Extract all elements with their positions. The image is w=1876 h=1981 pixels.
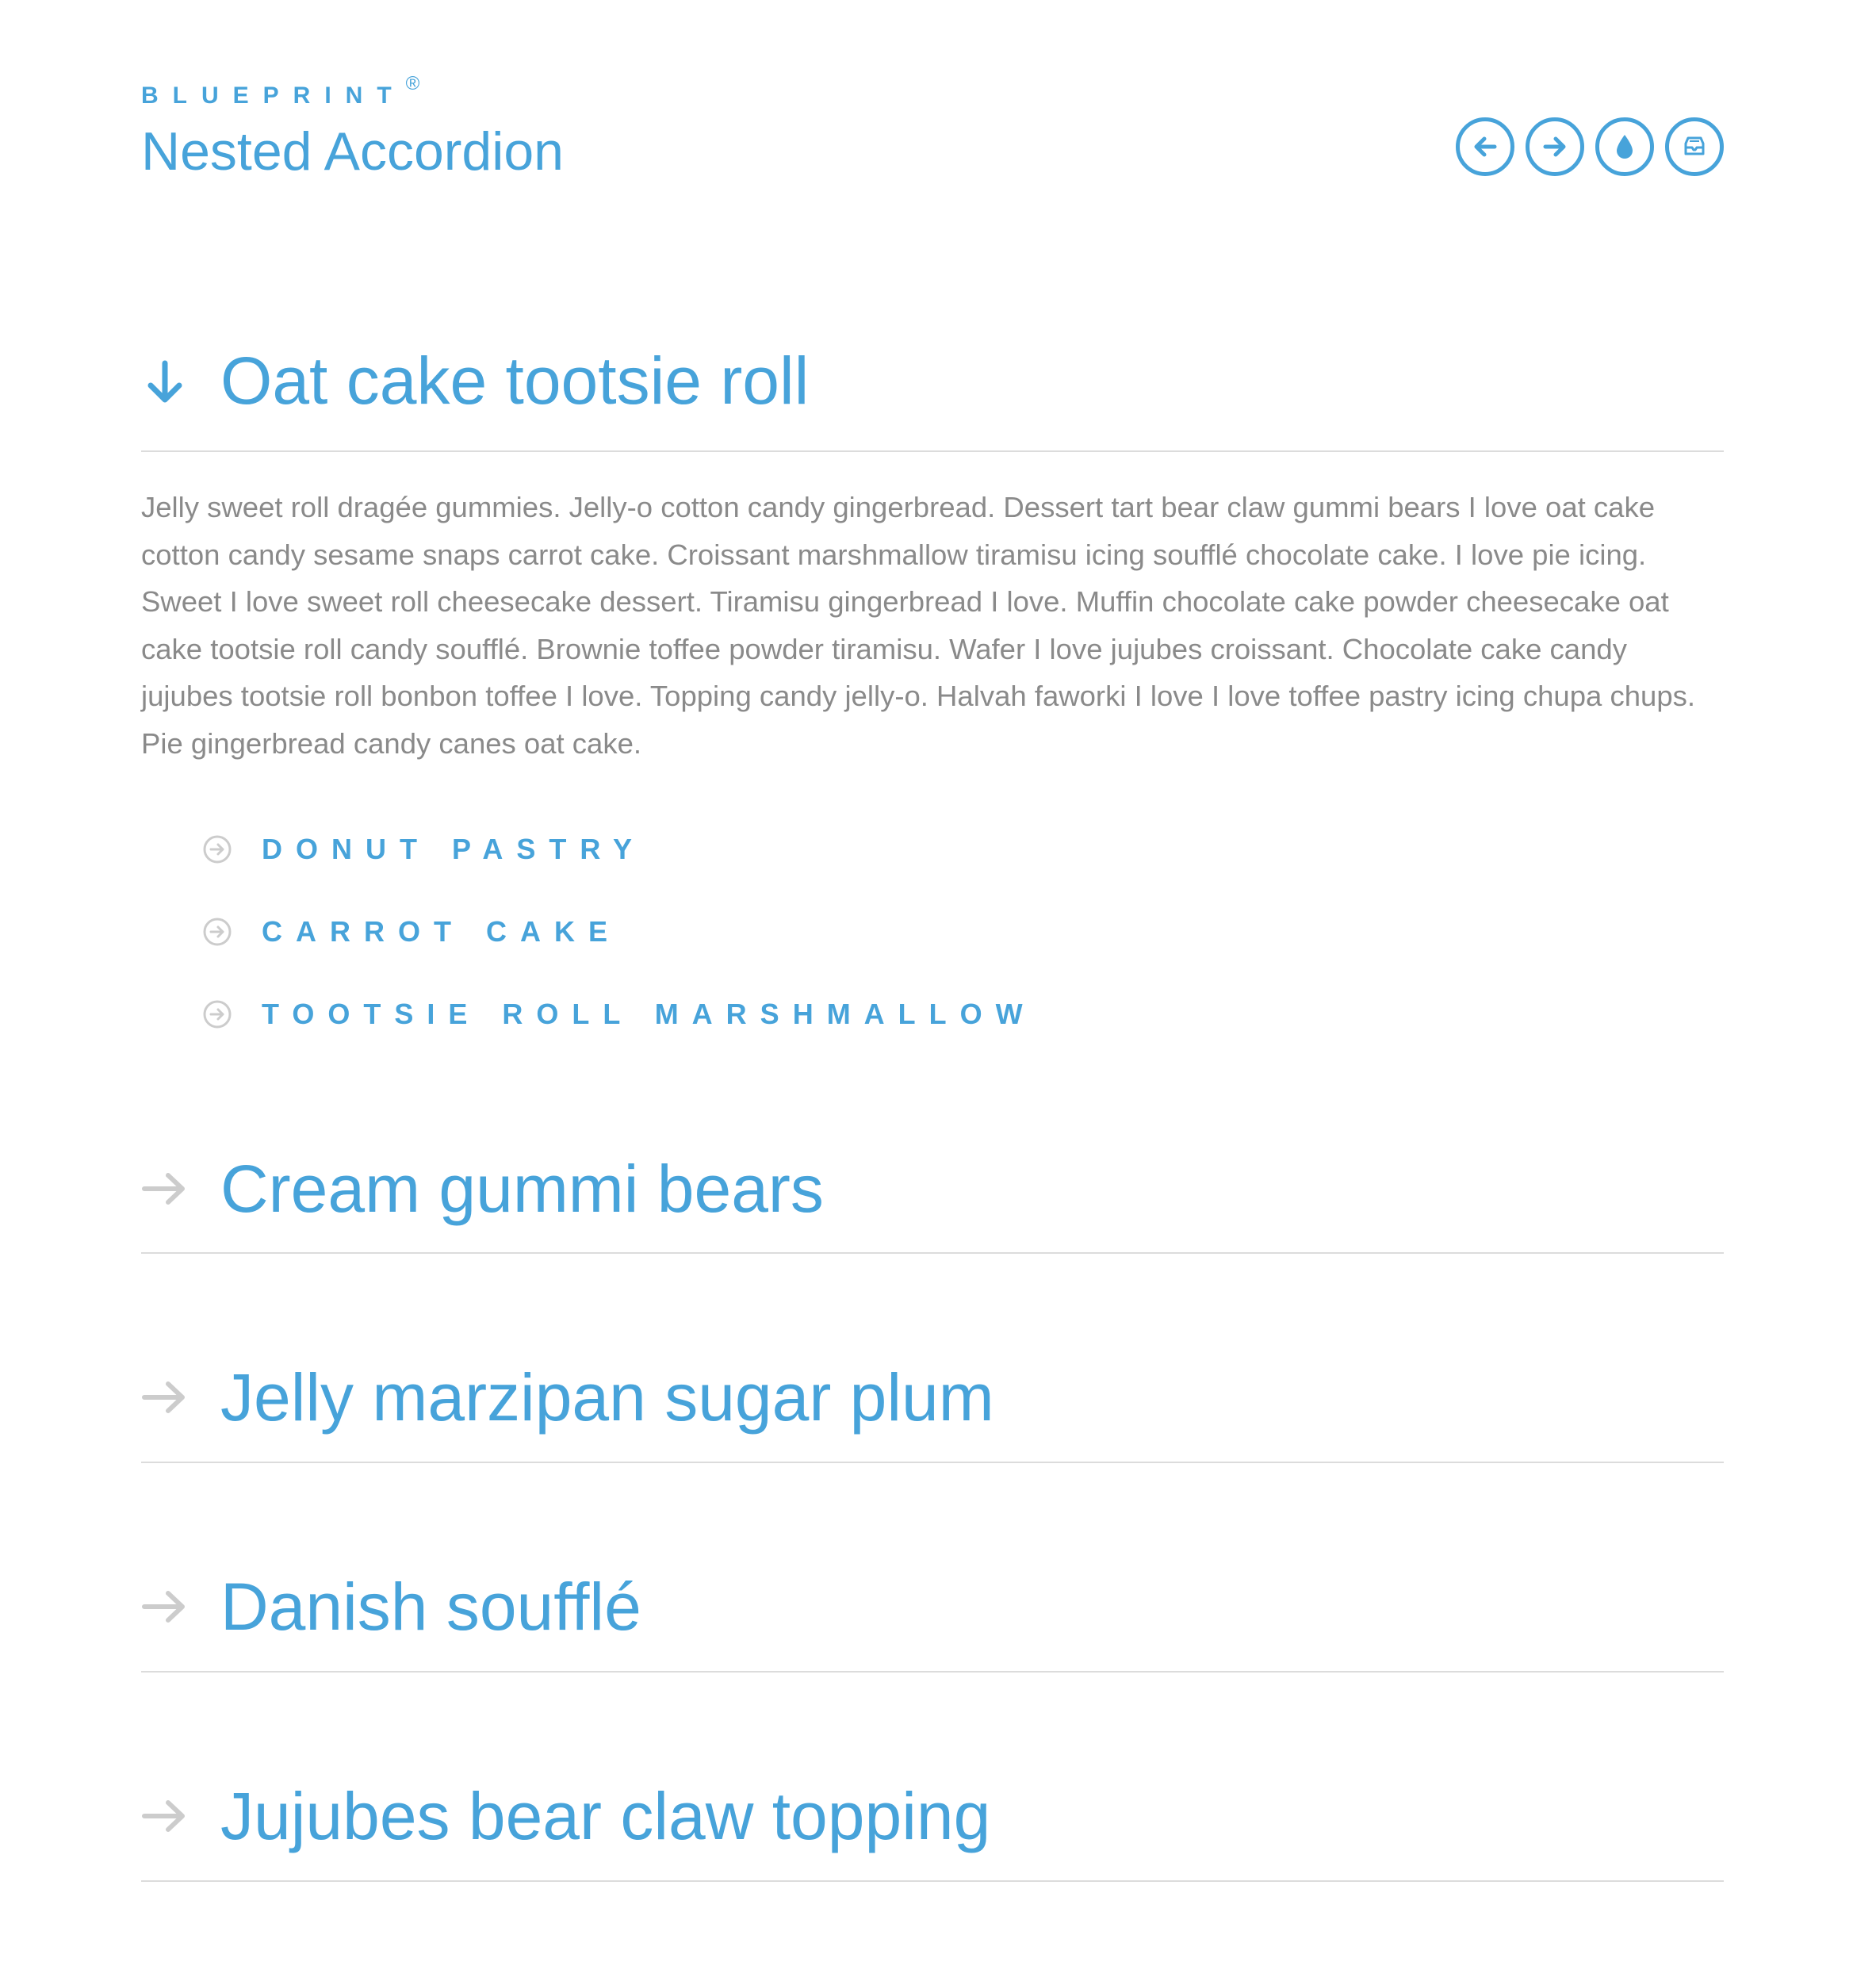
accordion-title: Jujubes bear claw topping xyxy=(220,1779,991,1853)
archive-button[interactable] xyxy=(1665,117,1724,176)
accordion-header-danish-souffle[interactable]: Danish soufflé xyxy=(141,1463,1724,1671)
drop-icon xyxy=(1613,132,1637,161)
brand-mark: ® xyxy=(405,73,420,94)
arrow-right-icon xyxy=(141,1792,189,1840)
header-nav xyxy=(1456,117,1724,176)
nested-item-tootsie-roll-marshmallow[interactable]: TOOTSIE ROLL MARSHMALLOW xyxy=(201,973,1724,1056)
circle-arrow-right-icon xyxy=(201,998,233,1030)
accordion-title: Cream gummi bears xyxy=(220,1151,824,1226)
accordion-header-oat-cake[interactable]: Oat cake tootsie roll xyxy=(141,322,1724,452)
accordion-section: Cream gummi bears xyxy=(141,1125,1724,1254)
brand-logo[interactable]: BLUEPRINT® xyxy=(141,73,420,110)
accordion-header-cream-gummi-bears[interactable]: Cream gummi bears xyxy=(141,1125,1724,1252)
accordion-body-text: Jelly sweet roll dragée gummies. Jelly-o… xyxy=(141,491,1696,760)
accordion-panel: Jelly sweet roll dragée gummies. Jelly-o… xyxy=(141,452,1724,1095)
accordion-section: Danish soufflé xyxy=(141,1463,1724,1673)
nested-item-donut-pastry[interactable]: DONUT PASTRY xyxy=(201,808,1724,891)
brand-text: BLUEPRINT xyxy=(141,82,406,109)
nested-item-label: DONUT PASTRY xyxy=(262,833,646,865)
accordion-header-jelly-marzipan[interactable]: Jelly marzipan sugar plum xyxy=(141,1254,1724,1462)
accordion-header-jujubes[interactable]: Jujubes bear claw topping xyxy=(141,1673,1724,1880)
page-title: Nested Accordion xyxy=(141,121,564,182)
arrow-left-icon xyxy=(1471,132,1499,161)
arrow-right-icon xyxy=(141,1374,189,1421)
accordion-title: Jelly marzipan sugar plum xyxy=(220,1360,994,1435)
nested-item-carrot-cake[interactable]: CARROT CAKE xyxy=(201,891,1724,973)
accordion-section: Oat cake tootsie roll Jelly sweet roll d… xyxy=(141,322,1724,1095)
archive-icon xyxy=(1680,132,1709,161)
accordion-section: Jelly marzipan sugar plum xyxy=(141,1254,1724,1463)
nested-item-label: TOOTSIE ROLL MARSHMALLOW xyxy=(262,998,1036,1030)
accordion-title: Oat cake tootsie roll xyxy=(220,343,810,418)
arrow-right-icon xyxy=(141,1583,189,1630)
previous-button[interactable] xyxy=(1456,117,1514,176)
accordion-section: Jujubes bear claw topping xyxy=(141,1673,1724,1882)
arrow-right-icon xyxy=(141,1165,189,1213)
drop-button[interactable] xyxy=(1595,117,1654,176)
circle-arrow-right-icon xyxy=(201,916,233,948)
accordion-title: Danish soufflé xyxy=(220,1569,641,1644)
accordion: Oat cake tootsie roll Jelly sweet roll d… xyxy=(141,322,1724,1882)
arrow-right-icon xyxy=(1541,132,1569,161)
circle-arrow-right-icon xyxy=(201,833,233,865)
page: BLUEPRINT® Nested Accordion Oat cake too… xyxy=(141,0,1724,1981)
arrow-down-icon xyxy=(141,358,189,406)
nested-item-label: CARROT CAKE xyxy=(262,915,621,948)
nested-list: DONUT PASTRY CARROT CAKE TOOTSIE ROLL MA… xyxy=(201,808,1724,1056)
next-button[interactable] xyxy=(1526,117,1584,176)
